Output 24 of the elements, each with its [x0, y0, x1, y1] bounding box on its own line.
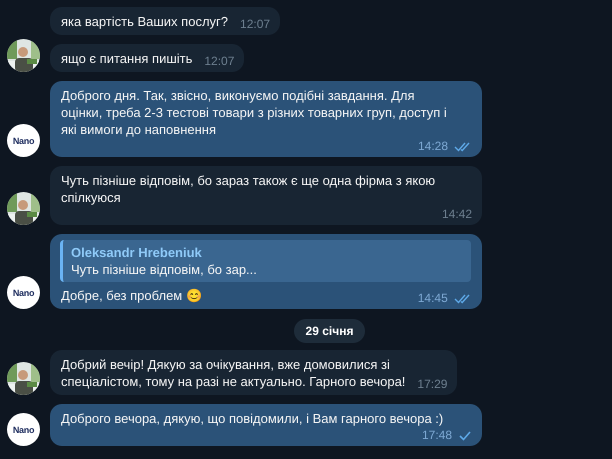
- date-separator: 29 січня: [294, 319, 366, 343]
- message-time: 17:48: [422, 428, 452, 442]
- reply-author: Oleksandr Hrebeniuk: [71, 244, 203, 261]
- logo-text: Nano: [12, 424, 34, 434]
- logo-text: Nano: [12, 288, 34, 298]
- logo-text: Nano: [12, 136, 34, 146]
- message-time: 12:07: [240, 17, 270, 31]
- message-text: Добрий вечір! Дякую за очікування, вже домовилися зі спеціалістом, тому на разі не актуально. Гарного вечора!: [61, 356, 406, 390]
- message-text: Доброго вечора, дякую, що повідомили, і Вам гарного вечора :): [61, 410, 444, 427]
- message-time: 17:29: [417, 377, 448, 391]
- message-time: 14:45: [418, 291, 448, 305]
- message-text: яка вартість Ваших послуг?: [61, 13, 228, 30]
- message-text: ящо є питання пишіть: [61, 50, 192, 67]
- message-time: 12:07: [204, 54, 234, 68]
- reply-quote[interactable]: Oleksandr Hrebeniuk Чуть пізніше відповім, бо зар...: [60, 240, 471, 282]
- message-text: Добре, без проблем 😊: [61, 287, 202, 304]
- logo-avatar[interactable]: Nano: [7, 276, 40, 309]
- message-text: Чуть пізніше відповім, бо зараз також є ще одна фірма з якою спілкуюся: [61, 172, 436, 206]
- logo-avatar[interactable]: Nano: [7, 413, 40, 446]
- message-time: 14:42: [442, 207, 472, 221]
- reply-text: Чуть пізніше відповім, бо зар...: [71, 261, 258, 278]
- message-time: 14:28: [418, 139, 448, 153]
- message-text: Доброго дня. Так, звісно, виконуємо подібні завдання. Для оцінки, треба 2-3 тестові товари з різних товарних груп, доступ і які вимоги до наповнення: [61, 87, 447, 138]
- logo-avatar[interactable]: Nano: [7, 124, 40, 157]
